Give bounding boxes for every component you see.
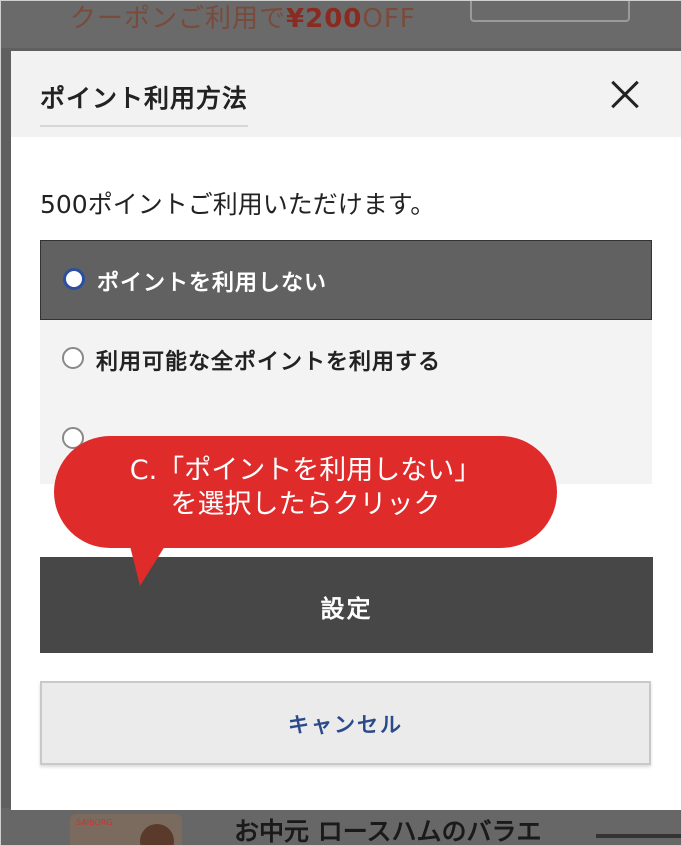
callout-text: C.「ポイントを利用しない」 を選択したらクリック: [54, 454, 557, 522]
callout-line-2: を選択したらクリック: [170, 489, 441, 520]
product-thumbnail: SAIBORG: [70, 814, 182, 846]
food-image: [140, 824, 174, 846]
background-divider: [596, 834, 682, 838]
coupon-amount: ¥200: [286, 4, 363, 34]
option-label: 利用可能な全ポイントを利用する: [96, 350, 442, 375]
background-product-title: お中元 ロースハムのバラエ: [234, 817, 542, 846]
radio-icon[interactable]: [62, 347, 84, 369]
background-button: [470, 0, 630, 22]
available-points-text: 500ポイントご利用いただけます。: [40, 190, 436, 219]
option-no-points[interactable]: ポイントを利用しない: [40, 240, 652, 320]
cancel-button-label: キャンセル: [288, 714, 403, 737]
cancel-button[interactable]: キャンセル: [40, 681, 651, 765]
radio-selected-icon[interactable]: [63, 268, 85, 290]
callout-line-1: C.「ポイントを利用しない」: [129, 455, 482, 486]
thumbnail-logo: SAIBORG: [76, 818, 113, 827]
option-label: ポイントを利用しない: [97, 271, 328, 296]
close-icon[interactable]: [605, 75, 645, 115]
option-all-points[interactable]: 利用可能な全ポイントを利用する: [40, 320, 652, 400]
coupon-suffix: OFF: [362, 4, 416, 34]
modal-title: ポイント利用方法: [40, 79, 249, 127]
background-coupon-text: クーポンご利用で¥200OFF: [70, 4, 416, 34]
background-product-row: SAIBORG お中元 ロースハムのバラエ: [0, 808, 682, 846]
set-button-label: 設定: [320, 596, 373, 623]
callout-pointer: [128, 538, 170, 586]
background-coupon-bar: クーポンご利用で¥200OFF: [0, 0, 682, 48]
point-usage-modal: ポイント利用方法 500ポイントご利用いただけます。 ポイントを利用しない 利用…: [11, 51, 681, 810]
modal-header: ポイント利用方法: [11, 51, 681, 137]
